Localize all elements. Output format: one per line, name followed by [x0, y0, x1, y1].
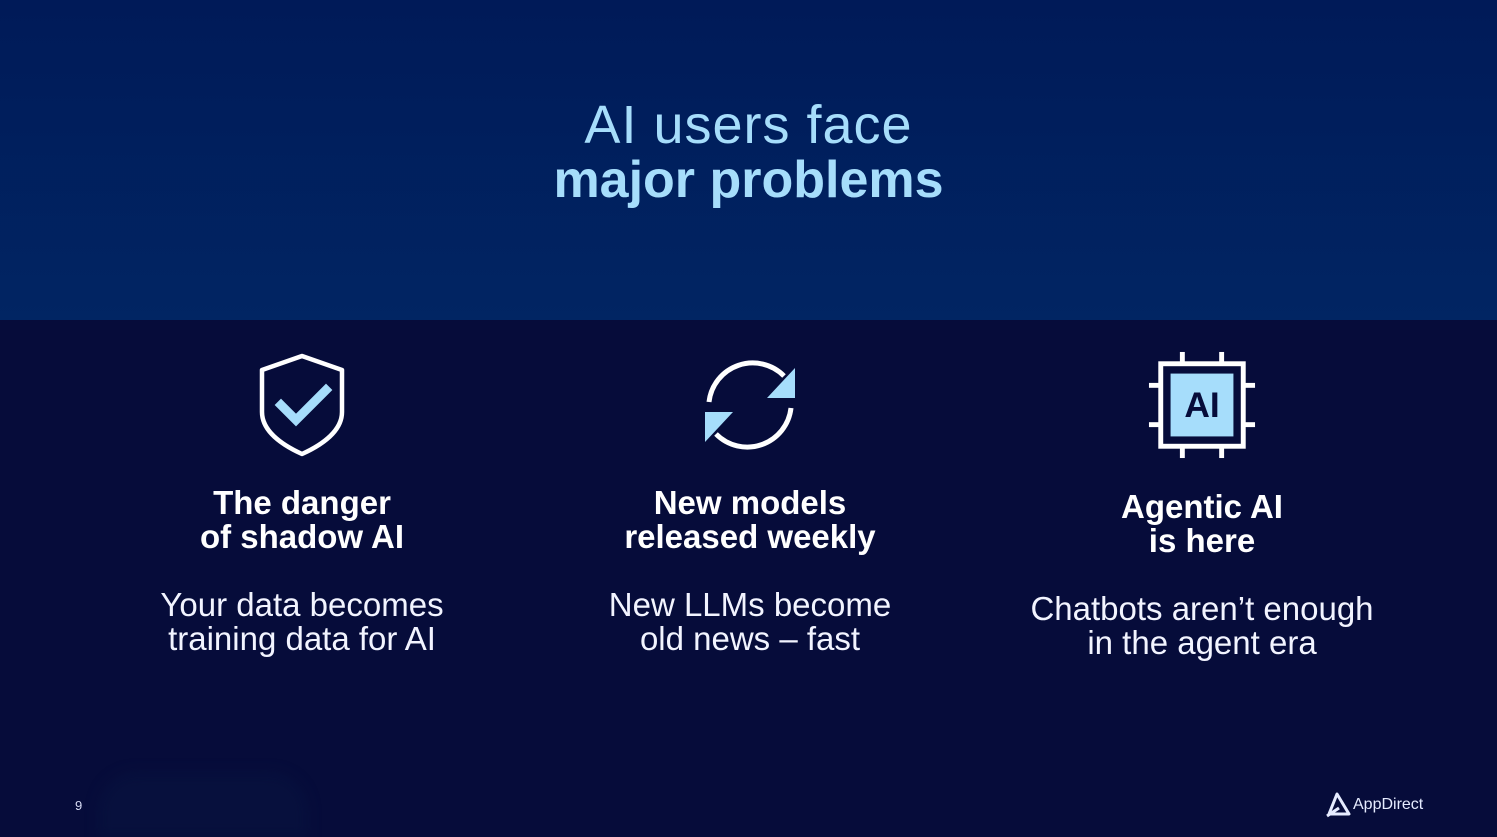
- card-description: New LLMs become old news – fast: [530, 588, 970, 656]
- slide: AI users face major problems The danger …: [0, 0, 1497, 837]
- card-title-line: The danger: [213, 484, 391, 521]
- problem-card-shadow-ai: The danger of shadow AI Your data become…: [82, 350, 522, 656]
- ai-chip-icon: AI: [1148, 351, 1256, 459]
- card-description: Chatbots aren’t enough in the agent era: [982, 592, 1422, 660]
- card-description-line: Your data becomes: [160, 586, 444, 623]
- card-description-line: in the agent era: [1087, 624, 1317, 661]
- refresh-arrows-icon: [705, 360, 795, 450]
- card-title-line: New models: [653, 484, 847, 521]
- page-number: 9: [75, 798, 83, 813]
- card-title: New models released weekly: [530, 486, 970, 554]
- brand-logo: AppDirect: [1325, 792, 1423, 818]
- problem-card-new-models: New models released weekly New LLMs beco…: [530, 350, 970, 656]
- chip-label: AI: [1184, 386, 1219, 425]
- card-title: Agentic AI is here: [982, 490, 1422, 558]
- problem-card-agentic-ai: AI Agentic AI is here Chatbots aren’t en…: [982, 350, 1422, 660]
- card-description-line: New LLMs become: [608, 586, 892, 623]
- card-description-line: old news – fast: [639, 620, 861, 657]
- card-title-line: of shadow AI: [199, 518, 405, 555]
- title-line-2: major problems: [553, 151, 944, 209]
- brand-name: AppDirect: [1353, 796, 1424, 813]
- decorative-shadow: [98, 772, 308, 837]
- slide-title: AI users face major problems: [0, 98, 1497, 206]
- card-description: Your data becomes training data for AI: [82, 588, 522, 656]
- card-description-line: Chatbots aren’t enough: [1030, 590, 1374, 627]
- card-title-line: released weekly: [624, 518, 876, 555]
- card-description-line: training data for AI: [168, 620, 436, 657]
- card-title-line: Agentic AI: [1121, 488, 1283, 525]
- shield-check-icon: [259, 353, 345, 457]
- card-title-line: is here: [1148, 522, 1256, 559]
- title-line-1: AI users face: [584, 95, 913, 155]
- card-title: The danger of shadow AI: [82, 486, 522, 554]
- appdirect-logo-icon: [1326, 792, 1351, 818]
